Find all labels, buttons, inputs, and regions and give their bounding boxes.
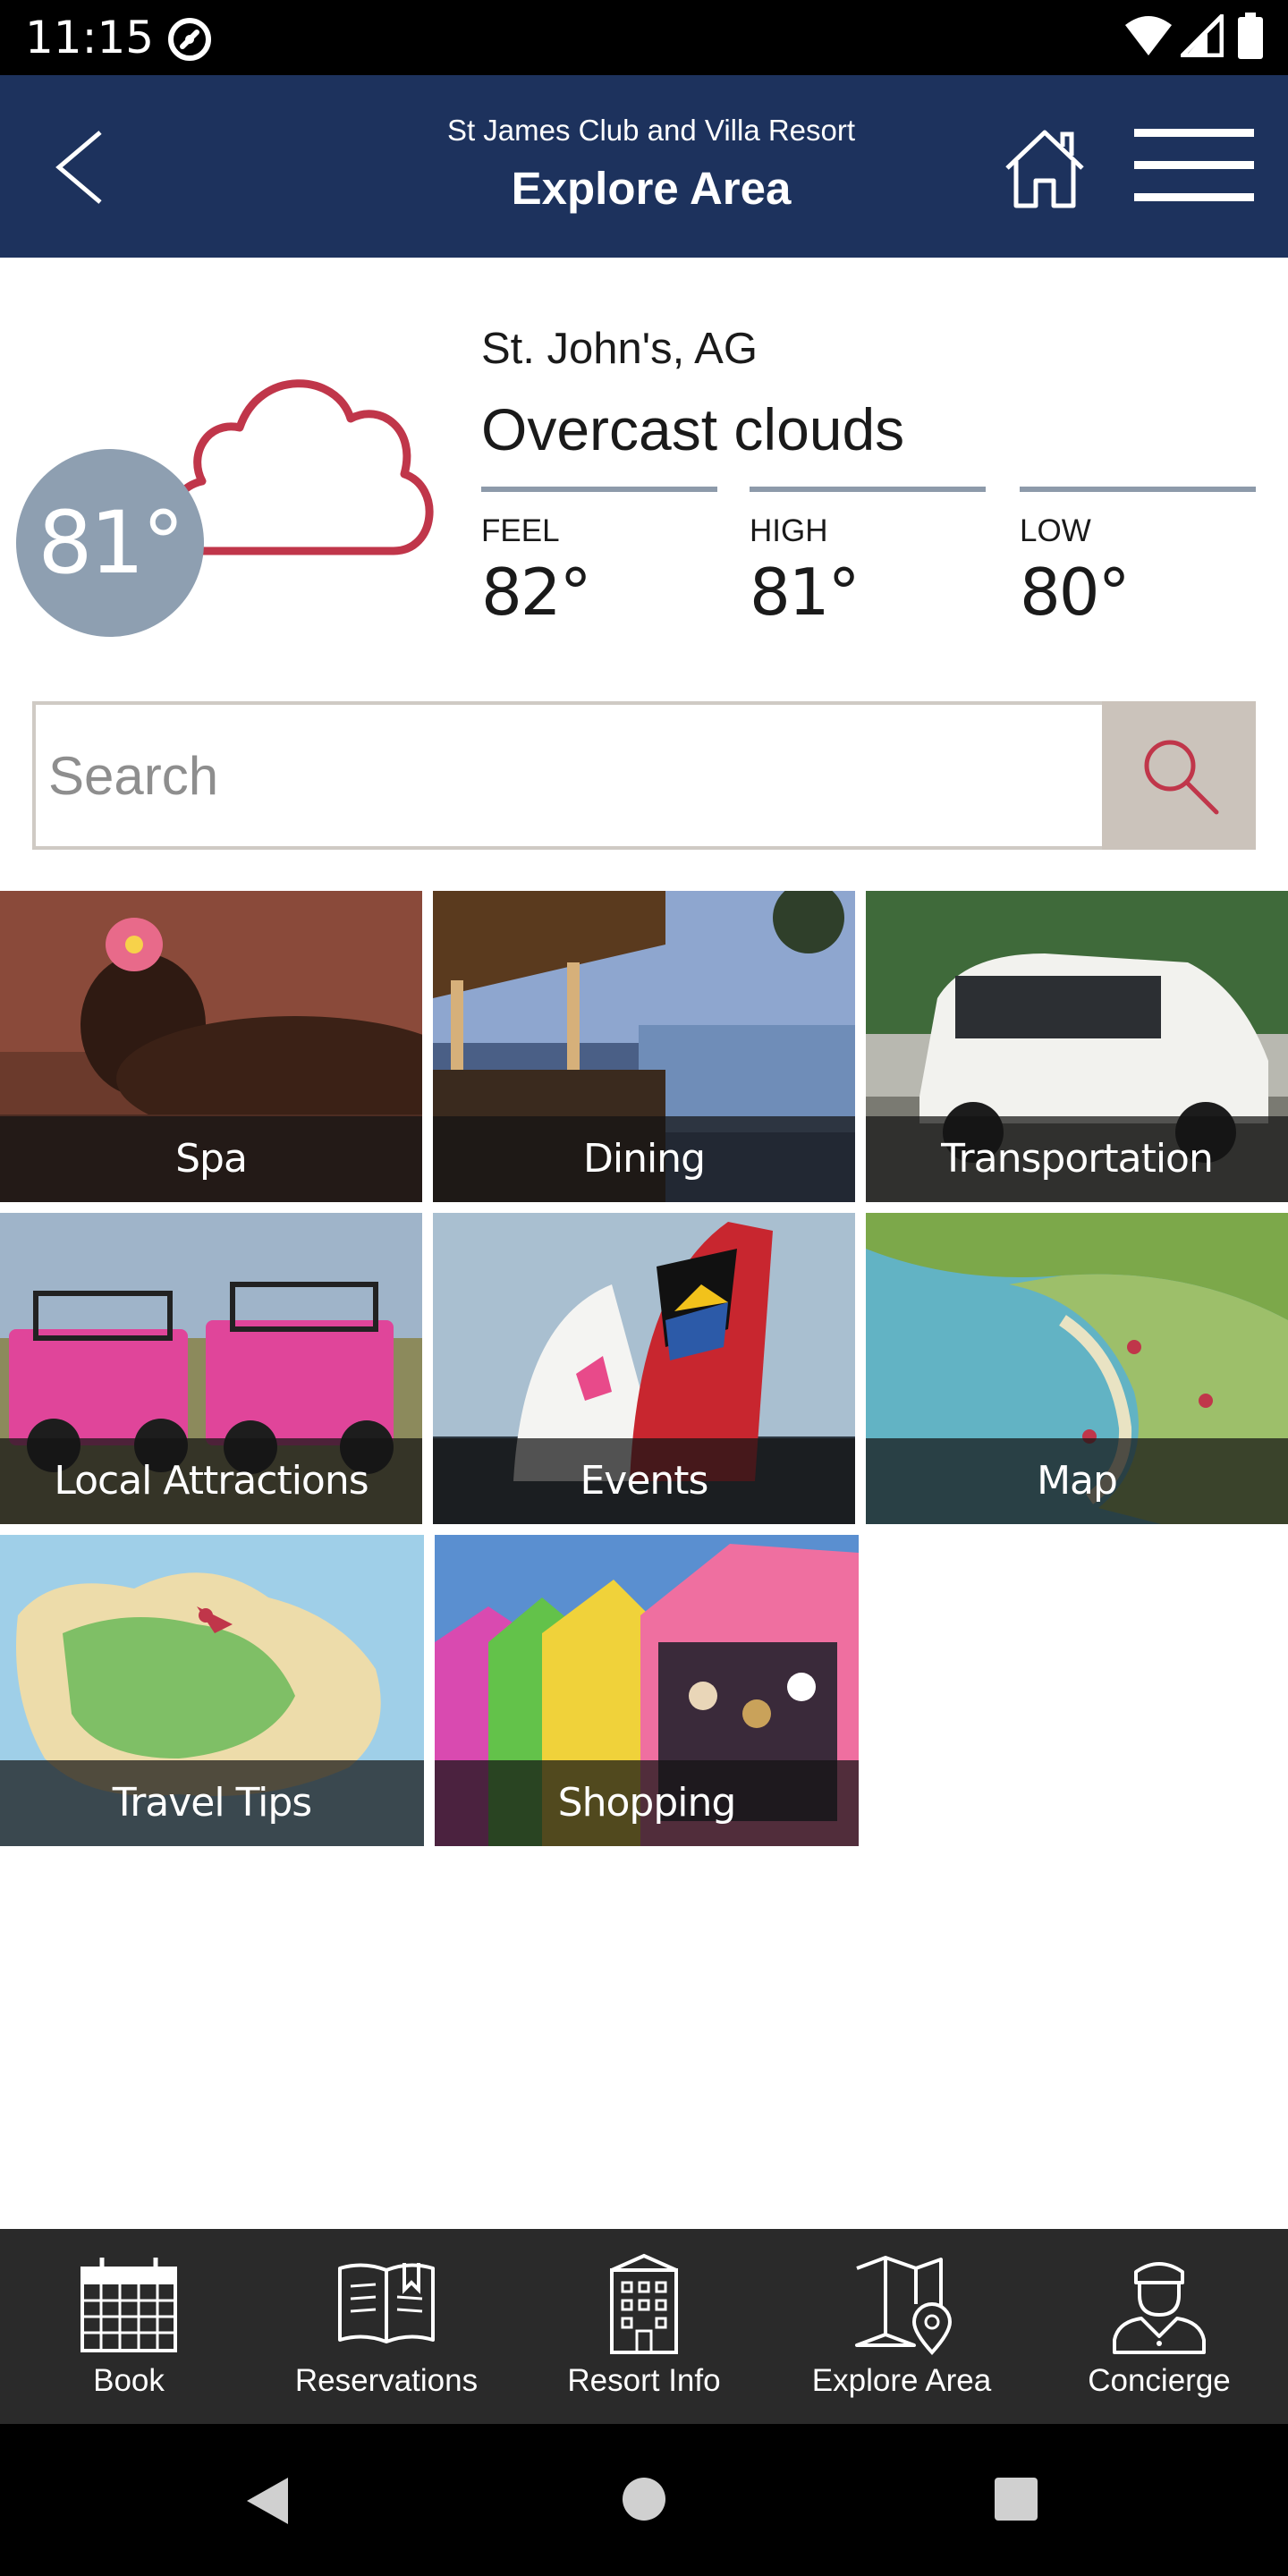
- tile-map[interactable]: Map: [866, 1213, 1288, 1524]
- page-title: Explore Area: [511, 163, 792, 214]
- system-back-icon[interactable]: [242, 2474, 295, 2528]
- tile-label: Map: [1037, 1458, 1118, 1504]
- signal-icon: [1181, 14, 1224, 57]
- tile-label: Travel Tips: [112, 1780, 312, 1826]
- header-subtitle: St James Club and Villa Resort: [446, 114, 856, 147]
- nav-label: Concierge: [1088, 2363, 1231, 2398]
- stat-label: HIGH: [750, 513, 828, 548]
- nav-label: Book: [93, 2363, 165, 2398]
- weather-feel: FEEL 82°: [481, 487, 717, 630]
- stat-value: 82°: [481, 555, 592, 630]
- nav-resort-info[interactable]: Resort Info: [515, 2229, 773, 2424]
- weather-location: St. John's, AG: [481, 325, 758, 373]
- status-time: 11:15: [25, 12, 155, 64]
- battery-icon: [1238, 13, 1263, 59]
- search-input[interactable]: [36, 705, 1106, 846]
- search-icon: [1144, 740, 1219, 815]
- status-bar: 11:15: [0, 0, 1288, 75]
- tile-travel-tips[interactable]: Travel Tips: [0, 1535, 424, 1846]
- map-pin-icon: [855, 2256, 953, 2355]
- divider: [750, 487, 986, 492]
- system-recents-icon[interactable]: [993, 2476, 1039, 2522]
- tile-label: Events: [580, 1458, 709, 1504]
- weather-condition: Overcast clouds: [481, 396, 905, 462]
- temperature-badge: 81°: [16, 449, 204, 637]
- nav-explore-area[interactable]: Explore Area: [773, 2229, 1030, 2424]
- divider: [1020, 487, 1256, 492]
- weather-low: LOW 80°: [1020, 487, 1256, 630]
- stat-value: 80°: [1020, 555, 1131, 630]
- system-nav-bar: [0, 2424, 1288, 2576]
- wifi-icon: [1125, 16, 1172, 55]
- weather-widget: 81° St. John's, AG Overcast clouds FEEL …: [0, 258, 1288, 678]
- tile-label: Dining: [582, 1136, 706, 1182]
- tile-label: Local Attractions: [54, 1458, 369, 1504]
- tile-transportation[interactable]: Transportation: [866, 891, 1288, 1202]
- tile-label: Transportation: [941, 1136, 1214, 1182]
- tile-label: Shopping: [557, 1780, 737, 1826]
- divider: [481, 487, 717, 492]
- app-header: St James Club and Villa Resort Explore A…: [0, 75, 1288, 258]
- concierge-icon: [1113, 2262, 1206, 2354]
- tile-shopping[interactable]: Shopping: [435, 1535, 859, 1846]
- nav-label: Reservations: [294, 2363, 479, 2398]
- tile-dining[interactable]: Dining: [433, 891, 855, 1202]
- menu-line: [1134, 161, 1254, 169]
- stat-label: LOW: [1020, 513, 1091, 548]
- notification-icon: [168, 18, 211, 61]
- menu-line: [1134, 193, 1254, 201]
- home-icon[interactable]: [1002, 127, 1088, 209]
- stat-value: 81°: [750, 555, 860, 630]
- tile-events[interactable]: Events: [433, 1213, 855, 1524]
- weather-high: HIGH 81°: [750, 487, 986, 630]
- book-icon: [338, 2263, 435, 2343]
- nav-label: Resort Info: [567, 2363, 721, 2398]
- calendar-icon: [80, 2258, 177, 2352]
- bottom-nav: Book Reservations Resort Info Explore Ar…: [0, 2229, 1288, 2424]
- building-icon: [610, 2253, 678, 2354]
- tile-local-attractions[interactable]: Local Attractions: [0, 1213, 422, 1524]
- search-box: [32, 701, 1106, 850]
- nav-label: Explore Area: [811, 2363, 992, 2398]
- search-button[interactable]: [1102, 701, 1256, 850]
- stat-label: FEEL: [481, 513, 560, 548]
- menu-button[interactable]: [1134, 122, 1254, 211]
- tile-label: Spa: [175, 1136, 248, 1182]
- menu-line: [1134, 129, 1254, 137]
- tile-spa[interactable]: Spa: [0, 891, 422, 1202]
- nav-reservations[interactable]: Reservations: [258, 2229, 515, 2424]
- nav-concierge[interactable]: Concierge: [1030, 2229, 1288, 2424]
- nav-book[interactable]: Book: [0, 2229, 258, 2424]
- system-home-icon[interactable]: [621, 2476, 667, 2522]
